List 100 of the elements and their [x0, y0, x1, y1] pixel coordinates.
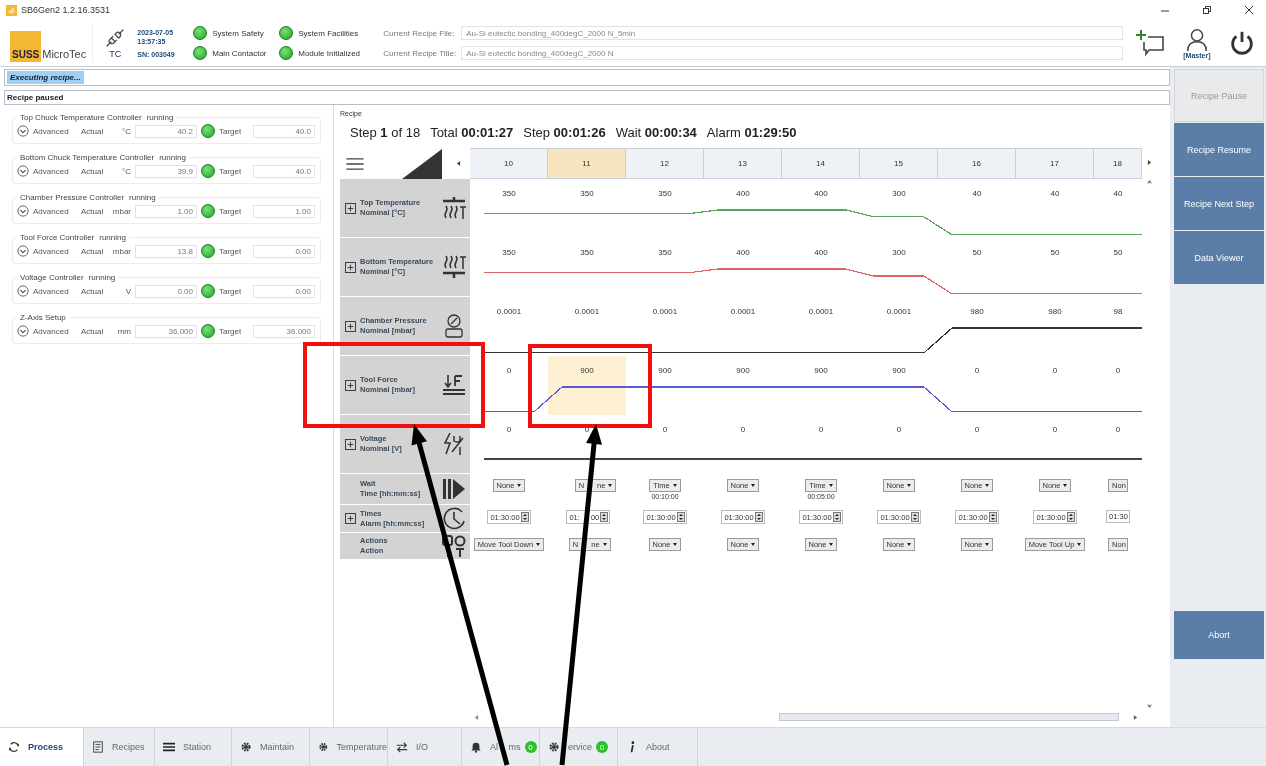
target-field[interactable]: 36.000 — [253, 324, 315, 338]
value-cell[interactable]: 0.0001 — [626, 297, 704, 356]
step-header[interactable]: 10 — [470, 148, 548, 179]
nav-tab[interactable]: About — [618, 728, 698, 766]
nav-tab[interactable]: Process — [0, 728, 84, 766]
close-icon[interactable] — [1244, 5, 1254, 15]
value-cell[interactable]: 900 — [548, 356, 626, 415]
recipe-field[interactable]: Au-Si eutectic bonding_400degC_2000 N_5min — [461, 26, 1124, 40]
value-cell[interactable]: 0 — [1016, 356, 1094, 415]
value-cell[interactable]: 50 — [938, 238, 1016, 297]
value-cell[interactable]: 0 — [1094, 356, 1142, 415]
expand-icon[interactable] — [17, 125, 29, 137]
nav-tab[interactable]: ervice 0 — [540, 728, 618, 766]
value-cell[interactable]: 900 — [782, 356, 860, 415]
expand-icon[interactable] — [345, 513, 356, 524]
value-cell[interactable]: 40 — [1016, 179, 1094, 238]
user-icon[interactable] — [1184, 27, 1209, 52]
side-button[interactable]: Recipe Resume — [1174, 123, 1264, 176]
expand-icon[interactable] — [345, 438, 356, 450]
value-cell[interactable]: 300 — [860, 179, 938, 238]
expand-icon[interactable] — [17, 165, 29, 177]
value-cell[interactable]: 0 — [470, 415, 548, 474]
expand-icon[interactable] — [345, 261, 356, 273]
value-cell[interactable]: 400 — [782, 238, 860, 297]
step-header[interactable]: 13 — [704, 148, 782, 179]
value-cell[interactable]: 0 — [1016, 415, 1094, 474]
value-cell[interactable]: 40 — [938, 179, 1016, 238]
value-cell[interactable]: 300 — [860, 238, 938, 297]
target-field[interactable]: 1.00 — [253, 204, 315, 218]
advanced-label[interactable]: Advanced — [33, 206, 77, 216]
expand-icon[interactable] — [17, 205, 29, 217]
advanced-label[interactable]: Advanced — [33, 246, 77, 256]
value-cell[interactable]: 0 — [860, 415, 938, 474]
expand-icon[interactable] — [17, 325, 29, 337]
value-cell[interactable]: 350 — [626, 238, 704, 297]
advanced-label[interactable]: Advanced — [33, 126, 77, 136]
target-field[interactable]: 40.0 — [253, 164, 315, 178]
value-cell[interactable]: 980 — [938, 297, 1016, 356]
value-cell[interactable]: 900 — [704, 356, 782, 415]
step-header[interactable]: 17 — [1016, 148, 1094, 179]
side-button[interactable]: Recipe Next Step — [1174, 177, 1264, 230]
advanced-label[interactable]: Advanced — [33, 326, 77, 336]
expand-icon[interactable] — [345, 320, 356, 332]
step-header[interactable]: 18 — [1094, 148, 1142, 179]
advanced-label[interactable]: Advanced — [33, 166, 77, 176]
value-cell[interactable]: 50 — [1094, 238, 1142, 297]
advanced-label[interactable]: Advanced — [33, 286, 77, 296]
value-cell[interactable]: 900 — [626, 356, 704, 415]
value-cell[interactable]: 0 — [938, 356, 1016, 415]
value-cell[interactable]: 0.0001 — [782, 297, 860, 356]
nav-tab[interactable]: Al ms 0 — [462, 728, 540, 766]
nav-tab[interactable]: Temperature — [310, 728, 388, 766]
restore-icon[interactable] — [1202, 5, 1212, 15]
expand-icon[interactable] — [17, 245, 29, 257]
value-cell[interactable]: 0 — [938, 415, 1016, 474]
nav-tab[interactable]: Maintain — [232, 728, 310, 766]
step-header[interactable]: 16 — [938, 148, 1016, 179]
recipe-field[interactable]: Au-Si eutectic bonding_400degC_2000 N — [461, 46, 1124, 60]
value-cell[interactable]: 0.0001 — [548, 297, 626, 356]
scroll-right-icon[interactable] — [1133, 714, 1138, 720]
nav-tab[interactable]: Station — [155, 728, 232, 766]
value-cell[interactable]: 350 — [626, 179, 704, 238]
value-cell[interactable]: 0 — [470, 356, 548, 415]
target-field[interactable]: 0.00 — [253, 284, 315, 298]
expand-icon[interactable] — [345, 379, 356, 391]
value-cell[interactable]: 350 — [470, 238, 548, 297]
value-cell[interactable]: 0.0001 — [860, 297, 938, 356]
nav-tab[interactable]: I/O — [388, 728, 462, 766]
value-cell[interactable]: 98 — [1094, 297, 1142, 356]
expand-icon[interactable] — [17, 285, 29, 297]
expand-icon[interactable] — [345, 202, 356, 214]
value-cell[interactable]: 400 — [704, 238, 782, 297]
value-cell[interactable]: 0 — [626, 415, 704, 474]
value-cell[interactable]: 40 — [1094, 179, 1142, 238]
scrollbar-thumb[interactable] — [779, 713, 1119, 721]
side-button[interactable]: Data Viewer — [1174, 231, 1264, 284]
value-cell[interactable]: 980 — [1016, 297, 1094, 356]
value-cell[interactable]: 900 — [860, 356, 938, 415]
abort-button[interactable]: Abort — [1174, 611, 1264, 659]
target-field[interactable]: 0.00 — [253, 244, 315, 258]
step-header[interactable]: 11 — [548, 148, 626, 179]
add-comment-icon[interactable] — [1135, 28, 1166, 58]
value-cell[interactable]: 0.0001 — [470, 297, 548, 356]
value-cell[interactable]: 350 — [470, 179, 548, 238]
scroll-up-icon[interactable] — [1146, 179, 1152, 184]
scroll-down-icon[interactable] — [1146, 704, 1152, 709]
value-cell[interactable]: 0 — [1094, 415, 1142, 474]
value-cell[interactable]: 0 — [704, 415, 782, 474]
value-cell[interactable]: 50 — [1016, 238, 1094, 297]
step-header[interactable]: 12 — [626, 148, 704, 179]
value-cell[interactable]: 400 — [704, 179, 782, 238]
target-field[interactable]: 40.0 — [253, 124, 315, 138]
scroll-right-icon[interactable] — [1146, 160, 1152, 165]
scroll-left-icon[interactable] — [456, 161, 461, 166]
step-header[interactable]: 15 — [860, 148, 938, 179]
value-cell[interactable]: 350 — [548, 238, 626, 297]
menu-icon[interactable] — [346, 157, 364, 170]
value-cell[interactable]: 0 — [782, 415, 860, 474]
value-cell[interactable]: 350 — [548, 179, 626, 238]
nav-tab[interactable]: Recipes — [84, 728, 155, 766]
